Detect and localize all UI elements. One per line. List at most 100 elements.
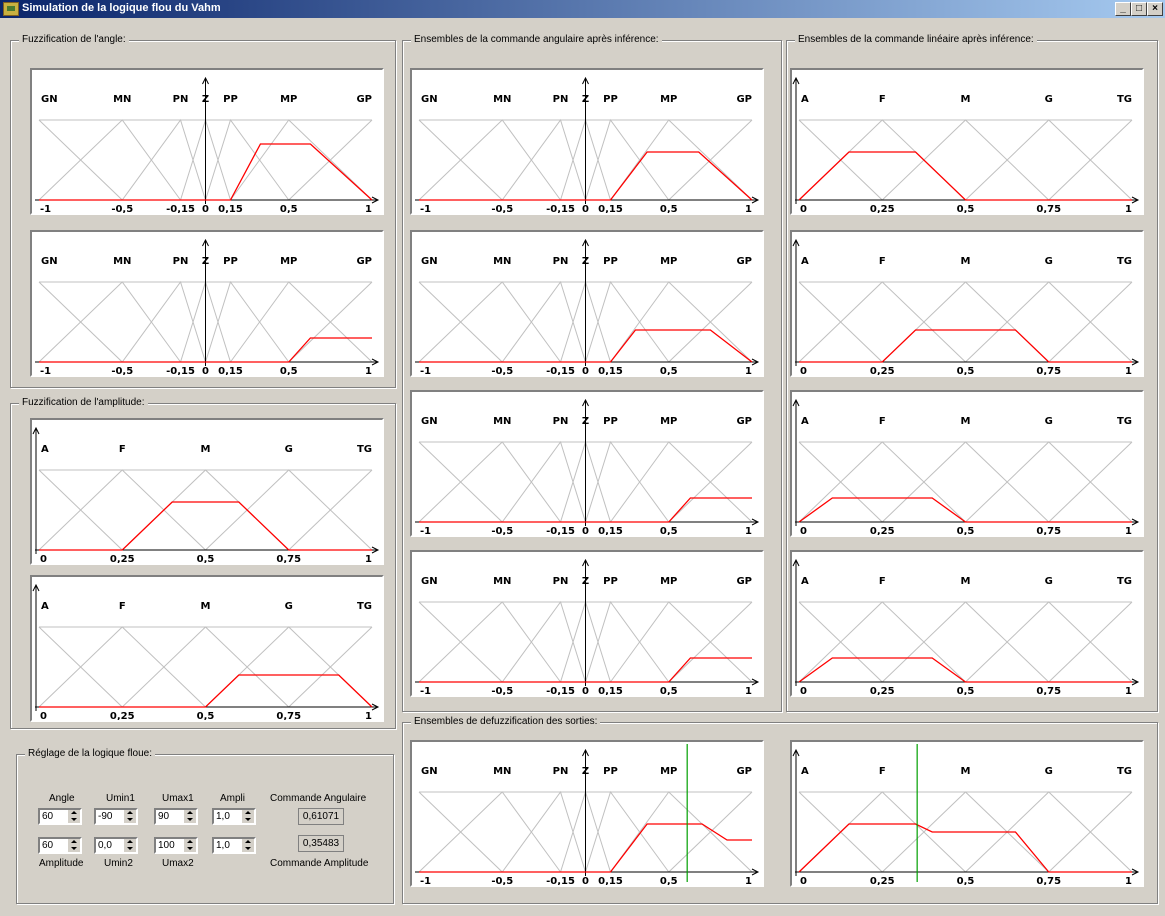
tick-label: -1: [420, 876, 431, 885]
ampli2-spinner[interactable]: 1,0: [212, 837, 256, 854]
membership-triangle: [585, 118, 670, 201]
window-title: Simulation de la logique flou du Vahm: [22, 2, 221, 14]
set-label: Z: [582, 576, 589, 587]
set-label: MP: [660, 94, 677, 105]
tick-label: 0,5: [197, 554, 215, 563]
set-label: F: [119, 601, 126, 612]
chart-angulaire-2: GN MN PN Z PP MP GP -1 -0,5 -0,15 0 0,15 0,5 1: [410, 230, 764, 377]
tick-label: 0: [582, 686, 589, 695]
spinner-arrows-icon[interactable]: [183, 839, 196, 852]
membership-chart: A F M G TG 0 0,25 0,5 0,75 1: [792, 558, 1140, 695]
membership-curve: [798, 823, 1132, 873]
group-label: Réglage de la logique floue:: [25, 748, 155, 759]
tick-label: -0,15: [546, 686, 575, 695]
chart-fuzz-angle-2: GN MN PN Z PP MP GP -1 -0,5 -0,15 0 0,15 0,5 1: [30, 230, 384, 377]
tick-label: 0: [582, 876, 589, 885]
set-label: PP: [603, 416, 618, 427]
umin2-spinner[interactable]: 0,0: [94, 837, 138, 854]
tick-label: 0,5: [660, 366, 678, 375]
set-label: MN: [493, 766, 511, 777]
umin2-value: 0,0: [98, 840, 112, 851]
set-label: GP: [736, 576, 752, 587]
set-label: GN: [421, 766, 438, 777]
tick-label: 1: [1125, 876, 1132, 885]
spinner-arrows-icon[interactable]: [241, 810, 254, 823]
amplitude-spinner[interactable]: 60: [38, 837, 82, 854]
set-label: MP: [660, 256, 677, 267]
tick-label: 0: [800, 876, 807, 885]
set-label: G: [285, 444, 293, 455]
set-label: G: [285, 601, 293, 612]
membership-triangle: [965, 119, 1133, 201]
chart-defuzz-angulaire: GN MN PN Z PP MP GP -1 -0,5 -0,15 0 0,15 0,5 1: [410, 740, 764, 887]
set-label: F: [119, 444, 126, 455]
set-label: GP: [356, 94, 372, 105]
set-label: G: [1045, 256, 1053, 267]
set-label: GP: [736, 256, 752, 267]
membership-chart: GN MN PN Z PP MP GP -1 -0,5 -0,15 0 0,15 0,5 1: [415, 558, 760, 695]
minimize-button[interactable]: _: [1115, 2, 1131, 16]
spinner-arrows-icon[interactable]: [67, 839, 80, 852]
spinner-arrows-icon[interactable]: [67, 810, 80, 823]
chart-defuzz-lineaire: A F M G TG 0 0,25 0,5 0,75 1: [790, 740, 1144, 887]
spinner-arrows-icon[interactable]: [183, 810, 196, 823]
set-label: GN: [41, 94, 58, 105]
angle-spinner[interactable]: 60: [38, 808, 82, 825]
set-label: TG: [1117, 766, 1132, 777]
membership-chart: GN MN PN Z PP MP GP -1 -0,5 -0,15 0 0,15 0,5 1: [415, 238, 760, 375]
maximize-button[interactable]: □: [1131, 2, 1147, 16]
membership-chart: A F M G TG 0 0,25 0,5 0,75 1: [792, 76, 1140, 213]
tick-label: 0,5: [660, 876, 678, 885]
tick-label: -0,15: [546, 204, 575, 213]
tick-label: 0,75: [276, 711, 301, 720]
group-label: Ensembles de la commande angulaire après…: [411, 34, 662, 45]
set-label: PN: [553, 416, 569, 427]
chart-angulaire-4: GN MN PN Z PP MP GP -1 -0,5 -0,15 0 0,15 0,5 1: [410, 550, 764, 697]
label-umax2: Umax2: [162, 858, 194, 869]
tick-label: 0,25: [110, 711, 135, 720]
group-label: Ensembles de defuzzification des sorties…: [411, 716, 601, 727]
membership-triangle: [38, 469, 206, 551]
group-label: Ensembles de la commande linéaire après …: [795, 34, 1037, 45]
tick-label: 0,5: [660, 526, 678, 535]
set-label: A: [801, 766, 809, 777]
tick-label: -1: [420, 526, 431, 535]
umin1-value: -90: [98, 811, 113, 822]
tick-label: 0,5: [280, 366, 298, 375]
tick-label: 0: [202, 204, 209, 213]
ampli1-spinner[interactable]: 1,0: [212, 808, 256, 825]
title-bar: Simulation de la logique flou du Vahm _ …: [0, 0, 1165, 18]
label-commande-angulaire: Commande Angulaire: [270, 793, 367, 804]
spinner-arrows-icon[interactable]: [123, 839, 136, 852]
umax2-spinner[interactable]: 100: [154, 837, 198, 854]
membership-curve: [798, 497, 1132, 523]
tick-label: 0,25: [870, 876, 895, 885]
spinner-arrows-icon[interactable]: [123, 810, 136, 823]
set-label: A: [801, 576, 809, 587]
chart-angulaire-3: GN MN PN Z PP MP GP -1 -0,5 -0,15 0 0,15 0,5 1: [410, 390, 764, 537]
tick-label: 1: [745, 526, 752, 535]
membership-triangle: [585, 600, 670, 683]
set-label: MN: [113, 94, 131, 105]
label-ampli: Ampli: [220, 793, 246, 804]
tick-label: -0,15: [166, 204, 195, 213]
membership-triangle: [798, 281, 966, 363]
tick-label: 0,25: [870, 686, 895, 695]
tick-label: -0,5: [491, 876, 513, 885]
membership-chart: GN MN PN Z PP MP GP -1 -0,5 -0,15 0 0,15 0,5 1: [415, 76, 760, 213]
spinner-arrows-icon[interactable]: [241, 839, 254, 852]
set-label: Z: [202, 94, 209, 105]
set-label: TG: [357, 601, 372, 612]
set-label: PP: [603, 576, 618, 587]
tick-label: 0,5: [957, 366, 975, 375]
set-label: M: [201, 444, 211, 455]
tick-label: 0: [202, 366, 209, 375]
tick-label: 1: [745, 204, 752, 213]
tick-label: -0,5: [111, 366, 133, 375]
chart-fuzz-amplitude-1: A F M G TG 0 0,25 0,5 0,75 1: [30, 418, 384, 565]
membership-chart: A F M G TG 0 0,25 0,5 0,75 1: [792, 744, 1140, 885]
close-button[interactable]: ×: [1147, 2, 1163, 16]
tick-label: 0,15: [598, 686, 623, 695]
umax1-spinner[interactable]: 90: [154, 808, 198, 825]
umin1-spinner[interactable]: -90: [94, 808, 138, 825]
